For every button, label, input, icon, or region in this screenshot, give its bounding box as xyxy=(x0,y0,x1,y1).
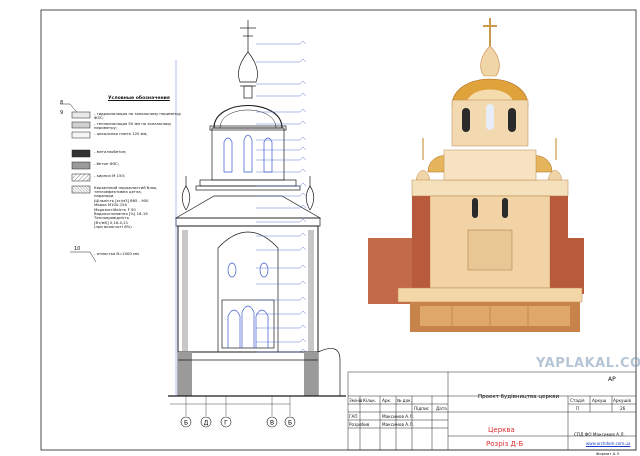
level-marker xyxy=(299,146,307,151)
axis-bubbles: БДГВБ xyxy=(180,396,296,428)
level-marker xyxy=(299,280,307,285)
watermark: YAPLAKAL.COM xyxy=(536,356,640,371)
project-title: Проект будівництва церкви xyxy=(478,394,560,400)
iconostasis xyxy=(221,299,275,349)
level-marker xyxy=(299,92,307,97)
round-window xyxy=(227,262,237,278)
drum-window xyxy=(263,137,273,173)
axis-label: Д xyxy=(204,420,209,427)
level-marker xyxy=(299,310,307,315)
level-marker xyxy=(299,218,307,223)
swatch-hydro xyxy=(71,111,91,119)
swatch-block xyxy=(71,185,91,194)
axis-label: Г xyxy=(224,420,228,427)
cutaway-render xyxy=(368,18,584,332)
sheet-title: Церква xyxy=(488,426,515,434)
drawing-code: АР xyxy=(608,376,616,383)
legend-item-tag: 8 xyxy=(60,100,64,106)
tb-stage-h1: Аркуш xyxy=(592,398,607,403)
level-marker xyxy=(299,264,307,269)
level-marker xyxy=(299,324,307,329)
round-window xyxy=(259,262,269,278)
porch xyxy=(317,348,341,397)
level-marker xyxy=(299,296,307,301)
tb-role-0: ГАП xyxy=(349,414,358,419)
swatch-metal xyxy=(71,149,91,158)
axis-label: Б xyxy=(184,420,188,427)
drum-window xyxy=(223,137,233,173)
tb-header-4: Підпис xyxy=(414,406,429,411)
foundation xyxy=(177,351,319,397)
level-marker xyxy=(299,136,307,141)
legend-item-tag: 10 xyxy=(74,246,81,252)
tb-format: Формат А-3 xyxy=(596,451,619,456)
tb-role-1: Розробив xyxy=(349,422,370,427)
level-marker xyxy=(299,120,307,125)
axis-label: В xyxy=(270,420,274,427)
swatch-concrete xyxy=(71,161,91,170)
level-marker xyxy=(299,58,307,63)
legend-item-text: - теплоизоляция 50 мм по зональному пери… xyxy=(94,120,172,130)
drum-window xyxy=(243,134,253,173)
render-brick-right xyxy=(550,196,568,288)
legend-item-tag: 9 xyxy=(60,110,64,116)
level-marker xyxy=(299,156,307,161)
swatch-brick xyxy=(71,173,91,182)
walls xyxy=(177,225,319,353)
level-marker xyxy=(299,40,307,45)
title-block xyxy=(347,371,637,451)
tb-header-0: Змінів xyxy=(349,398,363,403)
tb-header-3: № док. xyxy=(397,398,413,403)
section-title: Розріз Д-Б xyxy=(486,440,524,448)
legend-item-text: - металлобетон; xyxy=(94,148,127,154)
tb-author: СПД ФО Максимов А.Л. xyxy=(574,432,625,437)
drawing-sheet: БДГВБ Условные обозначения - гидроизоляц… xyxy=(0,0,640,456)
legend-title: Условные обозначения xyxy=(108,96,170,101)
legend-item-text: - отмостка В=1000 мм xyxy=(94,250,139,256)
level-marker xyxy=(299,108,307,113)
legend-item-text: - кирпич М 150; xyxy=(94,172,126,178)
swatch-slab xyxy=(71,131,91,139)
legend-item-text: - гидроизоляция по зональному периметру … xyxy=(94,110,182,120)
tb-stage-h2: Аркушів xyxy=(613,398,631,403)
level-marker xyxy=(299,80,307,85)
legend-item-text: - бетон ФЗС; xyxy=(94,160,120,166)
tb-name-0: Максимов А.Л. xyxy=(382,414,414,419)
tb-header-5: Дата xyxy=(436,406,447,411)
level-marker xyxy=(299,338,307,343)
render-brick-left xyxy=(412,196,430,288)
axis-label: Б xyxy=(288,420,292,427)
level-marker xyxy=(299,192,307,197)
level-marker xyxy=(299,182,307,187)
section-drawing xyxy=(168,20,346,405)
side-cupola-right xyxy=(305,185,315,211)
roof xyxy=(174,195,322,219)
tb-stage-v0: П xyxy=(576,406,580,411)
legend-graphics xyxy=(60,103,97,263)
legend-item-text: Керамічний порожнистий блок, теплоефекти… xyxy=(94,184,158,230)
level-marker xyxy=(299,168,307,173)
level-marker xyxy=(299,246,307,251)
tb-stage-v2: 26 xyxy=(620,406,626,411)
tb-name-1: Максимов А.Л. xyxy=(382,422,414,427)
render-iconostasis xyxy=(467,229,513,271)
tb-header-2: Арк. xyxy=(382,398,392,403)
legend-item-text: - цокольная плита 120 мм; xyxy=(94,130,148,136)
level-marker xyxy=(299,232,307,237)
main-dome xyxy=(213,104,283,129)
tb-stage-h0: Стадія xyxy=(570,398,585,403)
level-marks xyxy=(256,40,307,353)
tb-site-link[interactable]: www.archdom.com.ua xyxy=(586,441,630,446)
tb-header-1: Кільк. xyxy=(363,398,377,403)
level-marker xyxy=(299,204,307,209)
top-cupola xyxy=(238,51,258,83)
swatch-thermo xyxy=(71,121,91,129)
